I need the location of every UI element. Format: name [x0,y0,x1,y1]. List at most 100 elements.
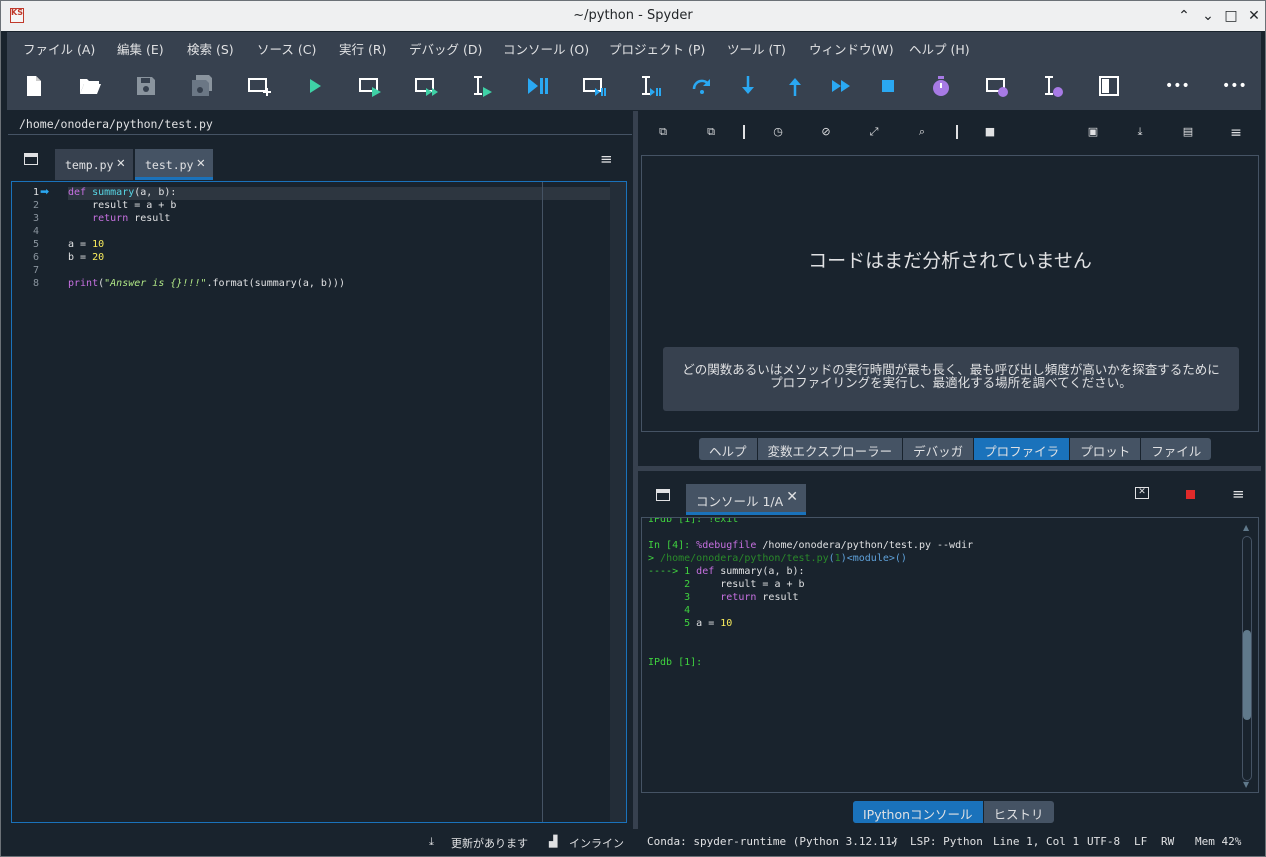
tab-profiler[interactable]: プロファイラ [974,438,1071,460]
tab-test-py[interactable]: test.py ✕ [135,149,213,180]
more-icon[interactable]: ••• [1165,74,1190,98]
profile-cell-icon[interactable] [985,74,1009,98]
run-icon[interactable] [303,74,327,98]
download-icon[interactable]: ⤓ [429,835,434,849]
tab-help[interactable]: ヘルプ [699,438,758,460]
tab-temp-py[interactable]: temp.py ✕ [55,149,133,180]
search-icon[interactable]: ⌕ [914,125,930,141]
more-icon-2[interactable]: ••• [1222,74,1247,98]
save-icon[interactable] [134,74,158,98]
tab-files[interactable]: ファイル [1141,438,1211,460]
editor-scrollbar[interactable] [610,182,626,822]
console-token: 2 [648,579,697,590]
menu-window[interactable]: ウィンドウ(W) [809,39,894,58]
tab-variable-explorer[interactable]: 変数エクスプローラー [758,438,904,460]
close-tab-icon[interactable]: ✕ [197,155,205,171]
load-data-icon[interactable]: ⤓ [1132,125,1148,141]
pane-splitter-horizontal[interactable] [638,466,1261,471]
menu-help[interactable]: ヘルプ (H) [909,39,970,58]
console-scrollbar-thumb[interactable] [1243,630,1251,720]
restore-button[interactable]: ⌄ [1199,7,1217,25]
menu-file[interactable]: ファイル (A) [23,39,95,58]
debug-selection-icon[interactable] [638,74,662,98]
menu-projects[interactable]: プロジェクト (P) [609,39,705,58]
run-selection-icon[interactable] [470,74,494,98]
browse-tabs-icon[interactable] [656,489,670,501]
clear-console-icon[interactable]: ✕ [1135,487,1149,499]
tab-console-1a[interactable]: コンソール 1/A ✕ [686,484,806,515]
profiler-toolbar: ⧉ ⧉ ◷ ⊘ ⤢ ⌕ ■ ▣ ⤓ ▤ ≡ [638,111,1261,153]
console-token: /home/onodera/python/test.py [660,553,829,564]
code-token: (a, b): [134,187,177,198]
scroll-up-icon[interactable]: ▲ [1243,523,1249,532]
debug-icon[interactable] [526,74,550,98]
code-token: return [92,213,129,224]
console-tabs: コンソール 1/A ✕ ✕ ≡ [638,483,1261,519]
clear-icon[interactable]: ▤ [1180,125,1196,141]
tab-history[interactable]: ヒストリ [984,801,1054,823]
console-line: 3 return result [648,592,798,603]
console-token: return [720,592,757,603]
edge-line [542,182,543,822]
stop-icon[interactable] [876,74,900,98]
save-data-icon[interactable]: ▣ [1085,125,1101,141]
run-cell-icon[interactable] [358,74,382,98]
tab-debugger[interactable]: デバッガ [903,438,975,460]
ipython-console[interactable]: IPdb [1]: !exit In [4]: %debugfile /home/… [641,517,1259,793]
options-icon[interactable]: ≡ [1228,125,1244,141]
matplotlib-backend[interactable]: インライン [569,835,624,851]
run-cell-advance-icon[interactable] [414,74,438,98]
maximize-pane-icon[interactable] [1097,74,1121,98]
menu-run[interactable]: 実行 (R) [339,39,386,58]
main-toolbar: ••• ••• [7,60,1261,110]
profile-icon[interactable] [929,74,953,98]
minimize-button[interactable]: ⌃ [1175,7,1193,25]
new-file-icon[interactable] [22,74,46,98]
menu-search[interactable]: 検索 (S) [187,39,234,58]
step-over-icon[interactable] [690,74,714,98]
menu-console[interactable]: コンソール (O) [503,39,589,58]
tab-ipython-console[interactable]: IPythonコンソール [853,801,984,823]
expand-icon[interactable]: ⧉ [703,125,719,141]
code-line: a = 10 [68,239,104,250]
interrupt-kernel-icon[interactable] [1186,490,1195,499]
step-out-icon[interactable] [783,74,807,98]
browse-tabs-icon[interactable] [24,153,38,165]
stop-profiler-icon[interactable]: ■ [982,125,998,141]
close-tab-icon[interactable]: ✕ [117,155,125,171]
maximize-button[interactable]: □ [1222,7,1240,25]
collapse-icon[interactable]: ⧉ [655,125,671,141]
console-token: a = [696,618,721,629]
code-editor[interactable]: ➡ 1 2 3 4 5 6 7 8 def summary(a, b): result = a … [11,181,627,823]
menu-source[interactable]: ソース (C) [257,39,316,58]
step-into-icon[interactable] [736,74,760,98]
open-file-icon[interactable] [78,74,102,98]
profile-selection-icon[interactable] [1041,74,1065,98]
menu-edit[interactable]: 編集 (E) [117,39,164,58]
debug-cell-icon[interactable] [582,74,606,98]
hide-icon[interactable]: ⊘ [818,125,834,141]
spyder-window: KS ~/python - Spyder ⌃ ⌄ □ ✕ ファイル (A) 編集… [0,0,1266,857]
editor-options-icon[interactable]: ≡ [600,150,613,168]
plugin-tabs: ヘルプ 変数エクスプローラー デバッガ プロファイラ プロット ファイル [699,438,1212,460]
tab-plots[interactable]: プロット [1070,438,1142,460]
lsp-status[interactable]: LSP: Python [910,835,983,848]
code-line: def summary(a, b): [68,187,176,198]
console-line: In [4]: %debugfile /home/onodera/python/… [648,540,973,551]
code-token: result = a + b [68,200,177,211]
menu-debug[interactable]: デバッグ (D) [409,39,482,58]
console-options-icon[interactable]: ≡ [1232,485,1245,503]
slow-icon[interactable]: ◷ [770,125,786,141]
close-button[interactable]: ✕ [1245,7,1263,25]
scroll-down-icon[interactable]: ▼ [1243,780,1249,789]
close-tab-icon[interactable]: ✕ [786,489,798,505]
goto-icon[interactable]: ⤢ [866,125,882,141]
conda-env[interactable]: Conda: spyder-runtime (Python 3.12.11) [647,835,899,848]
update-status[interactable]: 更新があります [451,835,528,851]
console-token: 3 [648,592,697,603]
menu-tools[interactable]: ツール (T) [727,39,786,58]
title-bar: KS ~/python - Spyder ⌃ ⌄ □ ✕ [1,1,1265,31]
save-all-icon[interactable] [190,74,214,98]
new-cell-icon[interactable] [247,74,271,98]
continue-icon[interactable] [829,74,853,98]
